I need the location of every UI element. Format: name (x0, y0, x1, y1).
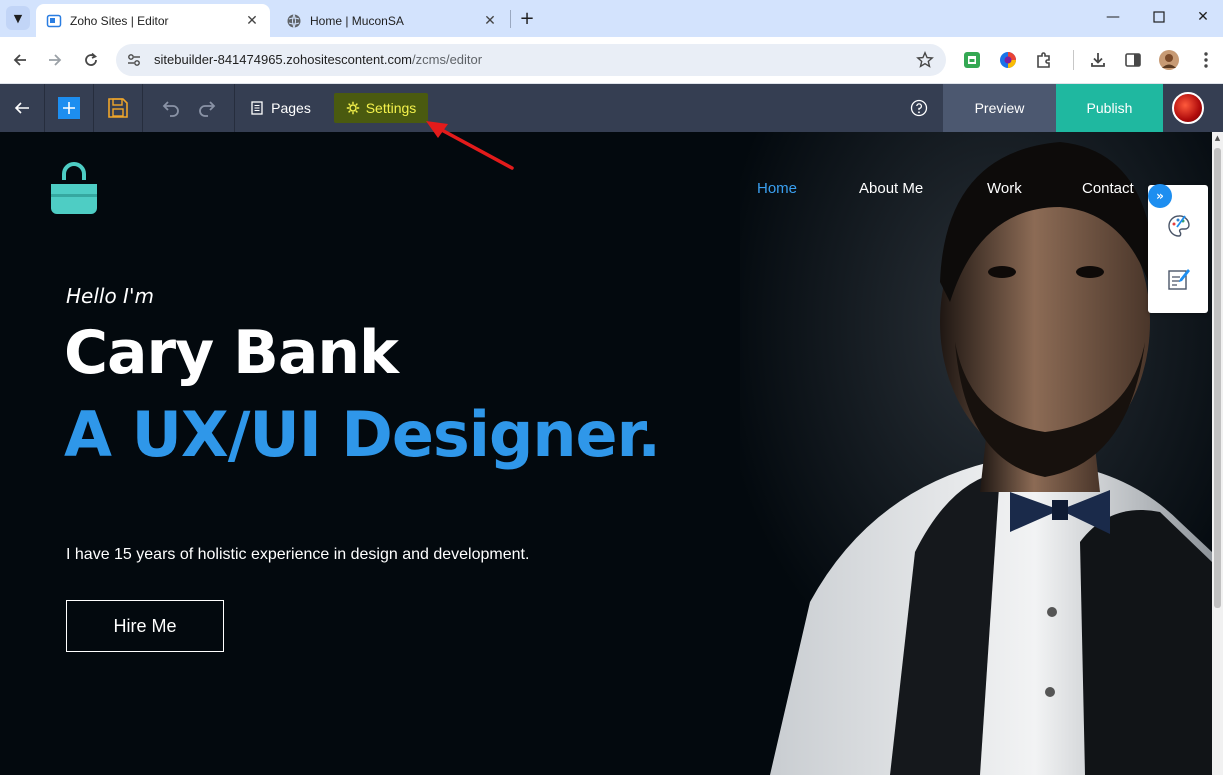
edit-note-icon[interactable] (1164, 264, 1194, 294)
editor-toolbar: Pages Settings Preview Publish (0, 84, 1223, 132)
chevron-down-icon: ▼ (13, 11, 23, 25)
browser-toolbar: sitebuilder-841474965.zohositescontent.c… (0, 37, 1223, 84)
hero-portrait-image (740, 132, 1212, 775)
toolbar-divider (1073, 50, 1074, 70)
tab-title: Zoho Sites | Editor (70, 13, 169, 28)
minimize-icon: — (1106, 8, 1120, 25)
bookmark-star-icon[interactable] (916, 51, 934, 69)
pages-button[interactable]: Pages (236, 84, 326, 132)
scrollbar-thumb[interactable] (1214, 148, 1221, 608)
url-host: sitebuilder-841474965.zohositescontent.c… (154, 52, 413, 67)
toolbar-divider (142, 84, 143, 132)
url-path: /zcms/editor (412, 52, 483, 67)
pages-label: Pages (271, 100, 311, 116)
hero-description: I have 15 years of holistic experience i… (66, 546, 530, 563)
help-icon (910, 99, 928, 117)
redo-button[interactable] (192, 84, 222, 132)
preview-label: Preview (974, 100, 1025, 116)
hire-me-label: Hire Me (113, 615, 177, 636)
close-tab-icon[interactable]: ✕ (242, 11, 262, 31)
arrow-right-icon (49, 54, 62, 66)
maximize-button[interactable] (1136, 0, 1182, 33)
kebab-menu-icon[interactable] (1196, 50, 1216, 70)
palette-icon[interactable] (1164, 211, 1194, 241)
tab-divider (510, 10, 511, 28)
hire-me-button[interactable]: Hire Me (66, 600, 224, 652)
hero-greeting: Hello I'm (66, 284, 154, 308)
publish-button[interactable]: Publish (1056, 84, 1163, 132)
add-element-button[interactable] (45, 84, 93, 132)
browser-tab-zoho-editor[interactable]: Zoho Sites | Editor ✕ (36, 4, 270, 37)
forward-button[interactable] (43, 48, 67, 72)
editor-back-button[interactable] (0, 84, 44, 132)
site-nav-home[interactable]: Home (757, 180, 797, 197)
site-nav-about[interactable]: About Me (859, 180, 923, 197)
downloads-icon[interactable] (1088, 50, 1108, 70)
tab-search-button[interactable]: ▼ (6, 6, 30, 30)
undo-button[interactable] (156, 84, 186, 132)
website-canvas[interactable]: Home About Me Work Contact Hello I'm Car… (0, 132, 1212, 775)
url-text: sitebuilder-841474965.zohositescontent.c… (154, 52, 482, 67)
gear-icon (346, 101, 359, 115)
page-icon (251, 101, 263, 115)
annotation-arrow-icon (426, 121, 514, 170)
minimize-button[interactable]: — (1090, 0, 1136, 33)
address-bar[interactable]: sitebuilder-841474965.zohositescontent.c… (116, 44, 946, 76)
globe-icon (286, 13, 302, 29)
shopping-bag-icon[interactable] (48, 162, 100, 216)
toolbar-divider (234, 84, 235, 132)
browser-tab-mucon[interactable]: Home | MuconSA ✕ (276, 4, 508, 37)
profile-avatar[interactable] (1159, 50, 1179, 70)
scroll-up-icon[interactable]: ▲ (1213, 134, 1222, 144)
reload-icon (85, 52, 97, 66)
save-button[interactable] (94, 84, 142, 132)
maximize-icon (1153, 10, 1165, 23)
arrow-left-icon (14, 102, 29, 114)
publish-label: Publish (1086, 100, 1133, 116)
undo-icon (162, 101, 179, 117)
close-window-button[interactable]: ✕ (1180, 0, 1223, 33)
expand-icon[interactable]: » (1148, 184, 1172, 208)
side-panel-icon[interactable] (1123, 50, 1143, 70)
user-avatar[interactable] (1172, 92, 1204, 124)
arrow-left-icon (13, 54, 26, 66)
plus-icon (58, 97, 80, 119)
plus-icon: + (519, 7, 535, 29)
site-settings-icon[interactable] (126, 52, 142, 68)
reload-button[interactable] (79, 48, 103, 72)
extension-printer-icon[interactable] (962, 50, 982, 70)
close-tab-icon[interactable]: ✕ (480, 11, 500, 31)
settings-button[interactable]: Settings (334, 93, 428, 123)
site-nav-work[interactable]: Work (987, 180, 1022, 197)
close-icon: ✕ (1197, 8, 1209, 25)
extensions-puzzle-icon[interactable] (1034, 50, 1054, 70)
zoho-sites-favicon-icon (46, 13, 62, 29)
preview-button[interactable]: Preview (943, 84, 1056, 132)
hero-role: A UX/UI Designer. (64, 398, 661, 471)
save-icon (108, 98, 128, 118)
redo-icon (199, 101, 216, 117)
settings-label: Settings (365, 100, 417, 116)
extension-color-picker-icon[interactable] (998, 50, 1018, 70)
help-button[interactable] (904, 84, 934, 132)
back-button[interactable] (8, 48, 32, 72)
browser-tab-strip: ▼ Zoho Sites | Editor ✕ Home | MuconSA ✕… (0, 0, 1223, 37)
site-nav-contact[interactable]: Contact (1082, 180, 1134, 197)
hero-name: Cary Bank (64, 318, 399, 388)
tab-title: Home | MuconSA (310, 13, 404, 28)
new-tab-button[interactable]: + (515, 6, 539, 30)
